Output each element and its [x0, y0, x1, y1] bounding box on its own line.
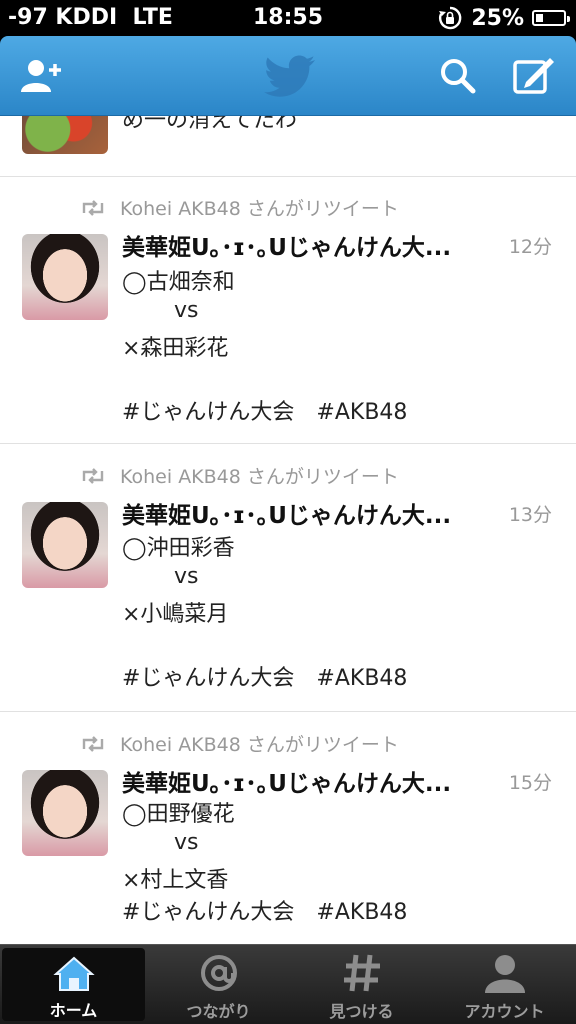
add-user-button[interactable] — [18, 52, 66, 100]
tweet-time: 12分 — [508, 236, 552, 258]
tab-bar: ホーム つながり 見つける アカウント — [0, 944, 576, 1024]
tab-label: ホーム — [49, 1001, 98, 1020]
twitter-bird-icon — [264, 55, 315, 97]
retweeted-by: Kohei AKB48 さんがリツイート — [120, 466, 399, 488]
tweet-text: vs — [174, 830, 199, 855]
retweet-info: Kohei AKB48 さんがリツイート — [80, 730, 399, 757]
hashtag-line[interactable]: #じゃんけん大会 #AKB48 — [122, 660, 407, 692]
tab-account[interactable]: アカウント — [433, 945, 576, 1024]
tweet-time: 13分 — [508, 504, 552, 526]
battery-percent: 25% — [471, 5, 524, 31]
tweet-text: ×森田彩花 — [122, 336, 229, 361]
retweet-info: Kohei AKB48 さんがリツイート — [80, 462, 399, 489]
author-name[interactable]: 美華姫U｡･ɪ･｡Uじゃんけん大... — [122, 764, 451, 798]
retweet-info: Kohei AKB48 さんがリツイート — [80, 194, 399, 221]
tweet-row[interactable]: Kohei AKB48 さんがリツイート 美華姫U｡･ɪ･｡Uじゃんけん大...… — [0, 176, 576, 444]
status-right: 25% — [437, 5, 570, 31]
tweet-row[interactable]: Kohei AKB48 さんがリツイート 美華姫U｡･ɪ･｡Uじゃんけん大...… — [0, 444, 576, 712]
avatar[interactable] — [22, 502, 108, 588]
tab-label: つながり — [186, 1002, 251, 1021]
add-user-icon — [21, 60, 61, 92]
rotation-lock-icon — [439, 6, 462, 30]
tweet-partial[interactable]: め一の消えてたわ — [0, 116, 576, 177]
twitter-logo — [262, 52, 318, 100]
tweet-text: ×村上文香 — [122, 868, 229, 893]
tab-label: 見つける — [329, 1002, 394, 1021]
tweet-text: vs — [174, 298, 199, 323]
avatar[interactable] — [22, 116, 108, 154]
tab-label: アカウント — [464, 1002, 545, 1021]
tweet-text: め一の消えてたわ — [122, 116, 297, 133]
retweet-icon — [82, 735, 104, 752]
home-icon — [51, 954, 97, 994]
retweet-icon — [82, 199, 104, 216]
retweeted-by: Kohei AKB48 さんがリツイート — [120, 734, 399, 756]
hashtag-line[interactable]: #じゃんけん大会 #AKB48 — [122, 394, 407, 426]
search-button[interactable] — [434, 52, 482, 100]
timeline[interactable]: め一の消えてたわ Kohei AKB48 さんがリツイート 美華姫U｡･ɪ･｡U… — [0, 116, 576, 944]
compose-button[interactable] — [510, 52, 558, 100]
tab-connect[interactable]: つながり — [147, 945, 290, 1024]
hashtag-icon — [339, 951, 385, 995]
author-name[interactable]: 美華姫U｡･ɪ･｡Uじゃんけん大... — [122, 228, 451, 262]
nav-bar — [0, 36, 576, 116]
retweeted-by: Kohei AKB48 さんがリツイート — [120, 198, 399, 220]
battery-icon — [532, 10, 570, 26]
avatar[interactable] — [22, 770, 108, 856]
tweet-row[interactable]: Kohei AKB48 さんがリツイート 美華姫U｡･ɪ･｡Uじゃんけん大...… — [0, 712, 576, 944]
status-bar: -97 KDDI LTE 18:55 25% — [0, 0, 576, 36]
tweet-text: ◯古畑奈和 — [122, 270, 235, 295]
at-icon — [196, 951, 242, 995]
tweet-time: 15分 — [508, 772, 552, 794]
compose-icon — [513, 58, 554, 94]
tab-home[interactable]: ホーム — [2, 948, 145, 1021]
tweet-text: vs — [174, 564, 199, 589]
tab-discover[interactable]: 見つける — [290, 945, 433, 1024]
hashtag-line[interactable]: #じゃんけん大会 #AKB48 — [122, 894, 407, 926]
tweet-text: ◯田野優花 — [122, 802, 235, 827]
retweet-icon — [82, 467, 104, 484]
avatar[interactable] — [22, 234, 108, 320]
search-icon — [441, 59, 476, 94]
tweet-text: ◯沖田彩香 — [122, 536, 235, 561]
account-icon — [482, 951, 528, 995]
author-name[interactable]: 美華姫U｡･ɪ･｡Uじゃんけん大... — [122, 496, 451, 530]
tweet-text: ×小嶋菜月 — [122, 602, 229, 627]
